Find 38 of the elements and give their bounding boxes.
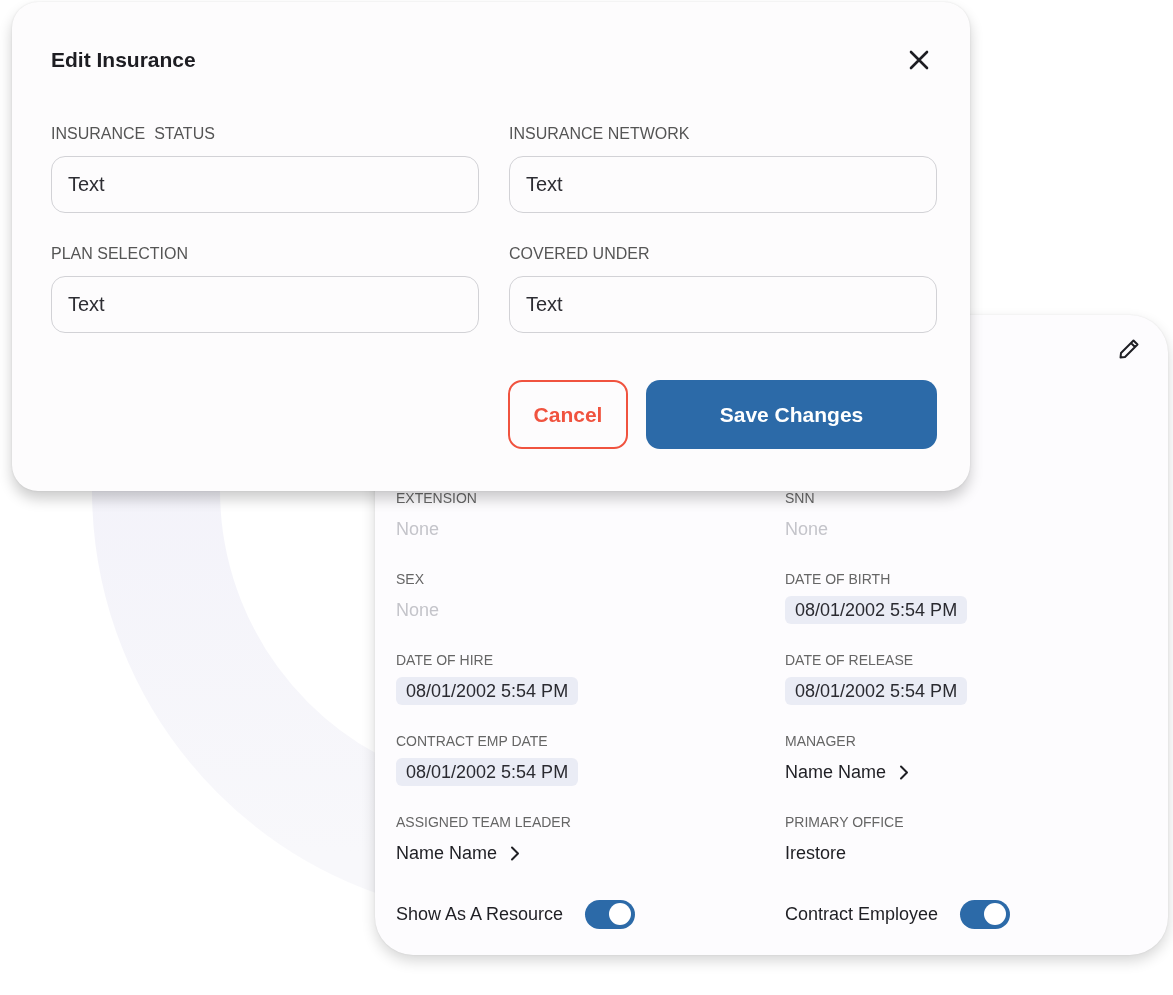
field-label: INSURANCE NETWORK xyxy=(509,124,691,144)
pencil-icon[interactable] xyxy=(1118,338,1140,360)
toggle-label: Contract Employee xyxy=(785,903,939,926)
chevron-right-icon xyxy=(899,764,910,780)
field-label: SNN xyxy=(785,489,815,507)
field-label: SEX xyxy=(396,570,424,588)
field-value: Irestore xyxy=(785,842,847,865)
text-field[interactable]: Text xyxy=(509,276,937,333)
date-chip: 08/01/2002 5:54 PM xyxy=(785,596,968,624)
date-chip: 08/01/2002 5:54 PM xyxy=(396,758,579,786)
name-link[interactable]: Name Name xyxy=(785,758,910,786)
chevron-right-icon xyxy=(510,845,521,861)
field-label: PRIMARY OFFICE xyxy=(785,813,904,831)
text-field[interactable]: Text xyxy=(51,276,479,333)
field-label: INSURANCE STATUS xyxy=(51,124,216,144)
empty-value: None xyxy=(396,518,440,541)
toggle-label: Show As A Resource xyxy=(396,903,564,926)
toggle-switch[interactable] xyxy=(960,899,1011,929)
empty-value: None xyxy=(396,599,440,622)
text-field[interactable]: Text xyxy=(51,156,479,213)
field-label: DATE OF BIRTH xyxy=(785,570,891,588)
dialog-title: Edit Insurance xyxy=(51,47,196,73)
close-icon[interactable] xyxy=(908,49,930,71)
date-chip: 08/01/2002 5:54 PM xyxy=(396,677,579,705)
name-link[interactable]: Name Name xyxy=(396,839,521,867)
field-label: CONTRACT EMP DATE xyxy=(396,732,548,750)
field-label: MANAGER xyxy=(785,732,856,750)
field-label: PLAN SELECTION xyxy=(51,244,189,264)
field-label: COVERED UNDER xyxy=(509,244,651,264)
date-chip: 08/01/2002 5:54 PM xyxy=(785,677,968,705)
field-label: DATE OF HIRE xyxy=(396,651,493,669)
field-label: ASSIGNED TEAM LEADER xyxy=(396,813,571,831)
save-button[interactable]: Save Changes xyxy=(646,380,937,449)
toggle-switch[interactable] xyxy=(585,899,636,929)
empty-value: None xyxy=(785,518,829,541)
field-label: EXTENSION xyxy=(396,489,477,507)
text-field[interactable]: Text xyxy=(509,156,937,213)
field-label: DATE OF RELEASE xyxy=(785,651,914,669)
